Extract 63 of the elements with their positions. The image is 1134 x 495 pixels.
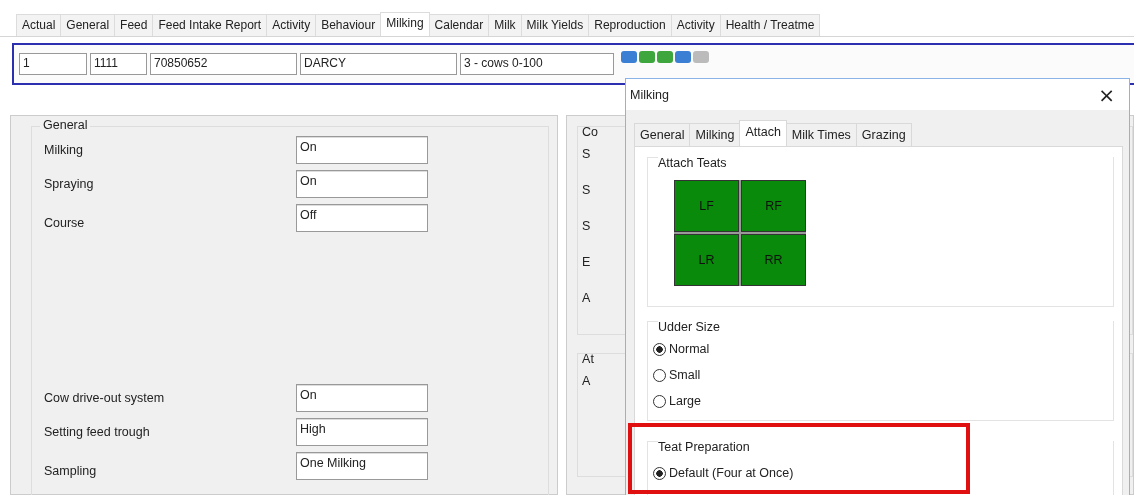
radio-label: Default (Four at Once) bbox=[669, 466, 794, 480]
value-field[interactable]: Off bbox=[296, 204, 428, 232]
tab[interactable]: Behaviour bbox=[315, 14, 382, 36]
radio-button[interactable] bbox=[653, 394, 666, 408]
tab[interactable]: Activity bbox=[670, 14, 721, 36]
field-label: S bbox=[582, 183, 591, 199]
field-label: A bbox=[582, 374, 591, 390]
field-label: Course bbox=[44, 215, 86, 230]
teat-toggle[interactable]: RR bbox=[741, 234, 806, 286]
field-label: S bbox=[582, 219, 591, 235]
header-field: DARCY bbox=[300, 53, 457, 75]
toolbar-icon[interactable] bbox=[621, 51, 637, 63]
group-title: Attach Teats bbox=[658, 156, 1113, 170]
radio-button[interactable] bbox=[653, 368, 666, 382]
field-label: E bbox=[582, 255, 591, 271]
radio-button[interactable] bbox=[653, 342, 666, 356]
field-label: A bbox=[582, 291, 591, 307]
tab[interactable]: Calendar bbox=[428, 14, 490, 36]
tab[interactable]: Grazing bbox=[855, 123, 912, 146]
field-label: Sampling bbox=[44, 463, 98, 478]
teat-toggle[interactable]: RF bbox=[741, 180, 806, 232]
value-field[interactable]: On bbox=[296, 136, 428, 164]
radio-label: Normal bbox=[669, 342, 710, 356]
toolbar-icon[interactable] bbox=[693, 51, 709, 63]
radio-button[interactable] bbox=[653, 466, 666, 480]
tab[interactable]: Attach bbox=[739, 120, 787, 146]
radio-label: Small bbox=[669, 368, 701, 382]
tab[interactable]: Milk bbox=[488, 14, 522, 36]
value-field[interactable]: On bbox=[296, 170, 428, 198]
field-label: Cow drive-out system bbox=[44, 391, 166, 405]
tab[interactable]: Activity bbox=[266, 14, 317, 36]
tab[interactable]: General bbox=[634, 123, 691, 146]
header-field: 1111 bbox=[90, 53, 147, 75]
group-title: Co bbox=[582, 125, 599, 139]
tab[interactable]: Feed bbox=[114, 14, 154, 36]
toolbar-icon[interactable] bbox=[639, 51, 655, 63]
tab[interactable]: Milk Yields bbox=[520, 14, 590, 36]
tab[interactable]: Reproduction bbox=[588, 14, 672, 36]
tab[interactable]: Health / Treatme bbox=[719, 14, 821, 36]
header-field: 70850652 bbox=[150, 53, 297, 75]
group-title: Udder Size bbox=[658, 320, 1113, 334]
teat-toggle[interactable]: LF bbox=[674, 180, 739, 232]
value-field[interactable]: On bbox=[296, 384, 428, 412]
field-label: Milking bbox=[44, 143, 84, 157]
window-title: Milking bbox=[630, 87, 669, 102]
value-field[interactable]: One Milking bbox=[296, 452, 428, 480]
tab[interactable]: General bbox=[60, 14, 116, 36]
field-label: S bbox=[582, 147, 591, 163]
field-label: Setting feed trough bbox=[44, 425, 151, 439]
toolbar-icon[interactable] bbox=[675, 51, 691, 63]
tab[interactable]: Actual bbox=[16, 14, 62, 36]
tab[interactable]: Feed Intake Report bbox=[152, 14, 268, 36]
field-label: Spraying bbox=[44, 177, 95, 191]
header-field: 3 - cows 0-100 bbox=[460, 53, 614, 75]
teat-toggle[interactable]: LR bbox=[674, 234, 739, 286]
radio-label: Large bbox=[669, 394, 701, 408]
group-title: General bbox=[40, 118, 91, 132]
value-field[interactable]: High bbox=[296, 418, 428, 446]
close-button[interactable]: × bbox=[1092, 82, 1121, 107]
header-field: 1 bbox=[19, 53, 87, 75]
toolbar-icon[interactable] bbox=[657, 51, 673, 63]
group-title: Teat Preparation bbox=[658, 440, 1113, 454]
group-title: At bbox=[582, 352, 594, 366]
